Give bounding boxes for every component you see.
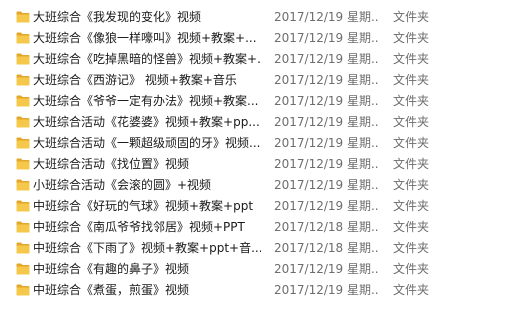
list-item[interactable]: 大班综合《吃掉黑暗的怪兽》视频+教案+... 2017/12/19 星期... 文件… bbox=[0, 49, 526, 70]
date-modified: 2017/12/19 星期... bbox=[274, 262, 378, 276]
date-modified: 2017/12/18 星期... bbox=[274, 241, 378, 255]
list-item[interactable]: 大班综合《爷爷一定有办法》视频+教案... 2017/12/19 星期... 文件夹 bbox=[0, 91, 526, 112]
list-item[interactable]: 中班综合《南瓜爷爷找邻居》视频+PPT 2017/12/18 星期... 文件夹 bbox=[0, 217, 526, 238]
folder-icon bbox=[16, 137, 30, 149]
date-modified: 2017/12/19 星期... bbox=[274, 136, 378, 150]
date-modified: 2017/12/18 星期... bbox=[274, 220, 378, 234]
list-item[interactable]: 大班综合活动《找位置》视频 2017/12/19 星期... 文件夹 bbox=[0, 154, 526, 175]
folder-icon bbox=[16, 221, 30, 233]
file-type: 文件夹 bbox=[393, 73, 430, 87]
list-item[interactable]: 大班综合活动《花婆婆》视频+教案+pp... 2017/12/19 星期... 文件… bbox=[0, 112, 526, 133]
list-item[interactable]: 大班综合活动《一颗超级顽固的牙》视频... 2017/12/19 星期... 文件夹 bbox=[0, 133, 526, 154]
date-modified: 2017/12/19 星期... bbox=[274, 199, 378, 213]
file-type: 文件夹 bbox=[393, 94, 430, 108]
date-modified: 2017/12/19 星期... bbox=[274, 178, 378, 192]
file-type: 文件夹 bbox=[393, 178, 430, 192]
date-modified: 2017/12/19 星期... bbox=[274, 10, 378, 24]
file-name: 大班综合活动《一颗超级顽固的牙》视频... bbox=[33, 136, 261, 150]
file-type: 文件夹 bbox=[393, 283, 430, 297]
file-list: 大班综合《我发现的变化》视频 2017/12/19 星期... 文件夹 大班综合《像狼… bbox=[0, 0, 526, 320]
list-item[interactable]: 小班综合活动《会滚的圆》+视频 2017/12/19 星期... 文件夹 bbox=[0, 175, 526, 196]
folder-icon bbox=[16, 53, 30, 65]
date-modified: 2017/12/19 星期... bbox=[274, 157, 378, 171]
list-item[interactable]: 中班综合《煮蛋，煎蛋》视频 2017/12/19 星期... 文件夹 bbox=[0, 280, 526, 301]
file-name: 大班综合《吃掉黑暗的怪兽》视频+教案+... bbox=[33, 52, 261, 66]
date-modified: 2017/12/19 星期... bbox=[274, 31, 378, 45]
date-modified: 2017/12/19 星期... bbox=[274, 283, 378, 297]
file-name: 大班综合《西游记》 视频+教案+音乐 bbox=[33, 73, 237, 87]
list-item[interactable]: 中班综合《下雨了》视频+教案+ppt+音... 2017/12/18 星期... 文… bbox=[0, 238, 526, 259]
file-type: 文件夹 bbox=[393, 241, 430, 255]
date-modified: 2017/12/19 星期... bbox=[274, 73, 378, 87]
folder-icon bbox=[16, 95, 30, 107]
folder-icon bbox=[16, 263, 30, 275]
folder-icon bbox=[16, 284, 30, 296]
file-name: 大班综合《我发现的变化》视频 bbox=[33, 10, 202, 24]
file-type: 文件夹 bbox=[393, 52, 430, 66]
file-name: 中班综合《有趣的鼻子》视频 bbox=[33, 262, 190, 276]
date-modified: 2017/12/19 星期... bbox=[274, 52, 378, 66]
file-name: 中班综合《煮蛋，煎蛋》视频 bbox=[33, 283, 190, 297]
file-name: 大班综合《爷爷一定有办法》视频+教案... bbox=[33, 94, 259, 108]
list-item[interactable]: 大班综合《像狼一样嚎叫》视频+教案+... 2017/12/19 星期... 文件夹 bbox=[0, 28, 526, 49]
file-name: 小班综合活动《会滚的圆》+视频 bbox=[33, 178, 212, 192]
file-name: 大班综合《像狼一样嚎叫》视频+教案+... bbox=[33, 31, 257, 45]
file-name: 大班综合活动《花婆婆》视频+教案+pp... bbox=[33, 115, 260, 129]
folder-icon bbox=[16, 32, 30, 44]
folder-icon bbox=[16, 74, 30, 86]
date-modified: 2017/12/19 星期... bbox=[274, 94, 378, 108]
file-type: 文件夹 bbox=[393, 136, 430, 150]
file-type: 文件夹 bbox=[393, 262, 430, 276]
date-modified: 2017/12/19 星期... bbox=[274, 115, 378, 129]
list-item[interactable]: 中班综合《好玩的气球》视频+教案+ppt 2017/12/19 星期... 文件夹 bbox=[0, 196, 526, 217]
folder-icon bbox=[16, 179, 30, 191]
file-type: 文件夹 bbox=[393, 220, 430, 234]
file-type: 文件夹 bbox=[393, 199, 430, 213]
file-type: 文件夹 bbox=[393, 115, 430, 129]
list-item[interactable]: 中班综合《有趣的鼻子》视频 2017/12/19 星期... 文件夹 bbox=[0, 259, 526, 280]
folder-icon bbox=[16, 11, 30, 23]
file-type: 文件夹 bbox=[393, 157, 430, 171]
folder-icon bbox=[16, 116, 30, 128]
list-item[interactable]: 大班综合《西游记》 视频+教案+音乐 2017/12/19 星期... 文件夹 bbox=[0, 70, 526, 91]
file-name: 大班综合活动《找位置》视频 bbox=[33, 157, 190, 171]
folder-icon bbox=[16, 200, 30, 212]
file-type: 文件夹 bbox=[393, 10, 430, 24]
file-name: 中班综合《好玩的气球》视频+教案+ppt bbox=[33, 199, 254, 213]
file-type: 文件夹 bbox=[393, 31, 430, 45]
folder-icon bbox=[16, 242, 30, 254]
folder-icon bbox=[16, 158, 30, 170]
file-name: 中班综合《下雨了》视频+教案+ppt+音... bbox=[33, 241, 261, 255]
file-name: 中班综合《南瓜爷爷找邻居》视频+PPT bbox=[33, 220, 245, 234]
list-item[interactable]: 大班综合《我发现的变化》视频 2017/12/19 星期... 文件夹 bbox=[0, 7, 526, 28]
